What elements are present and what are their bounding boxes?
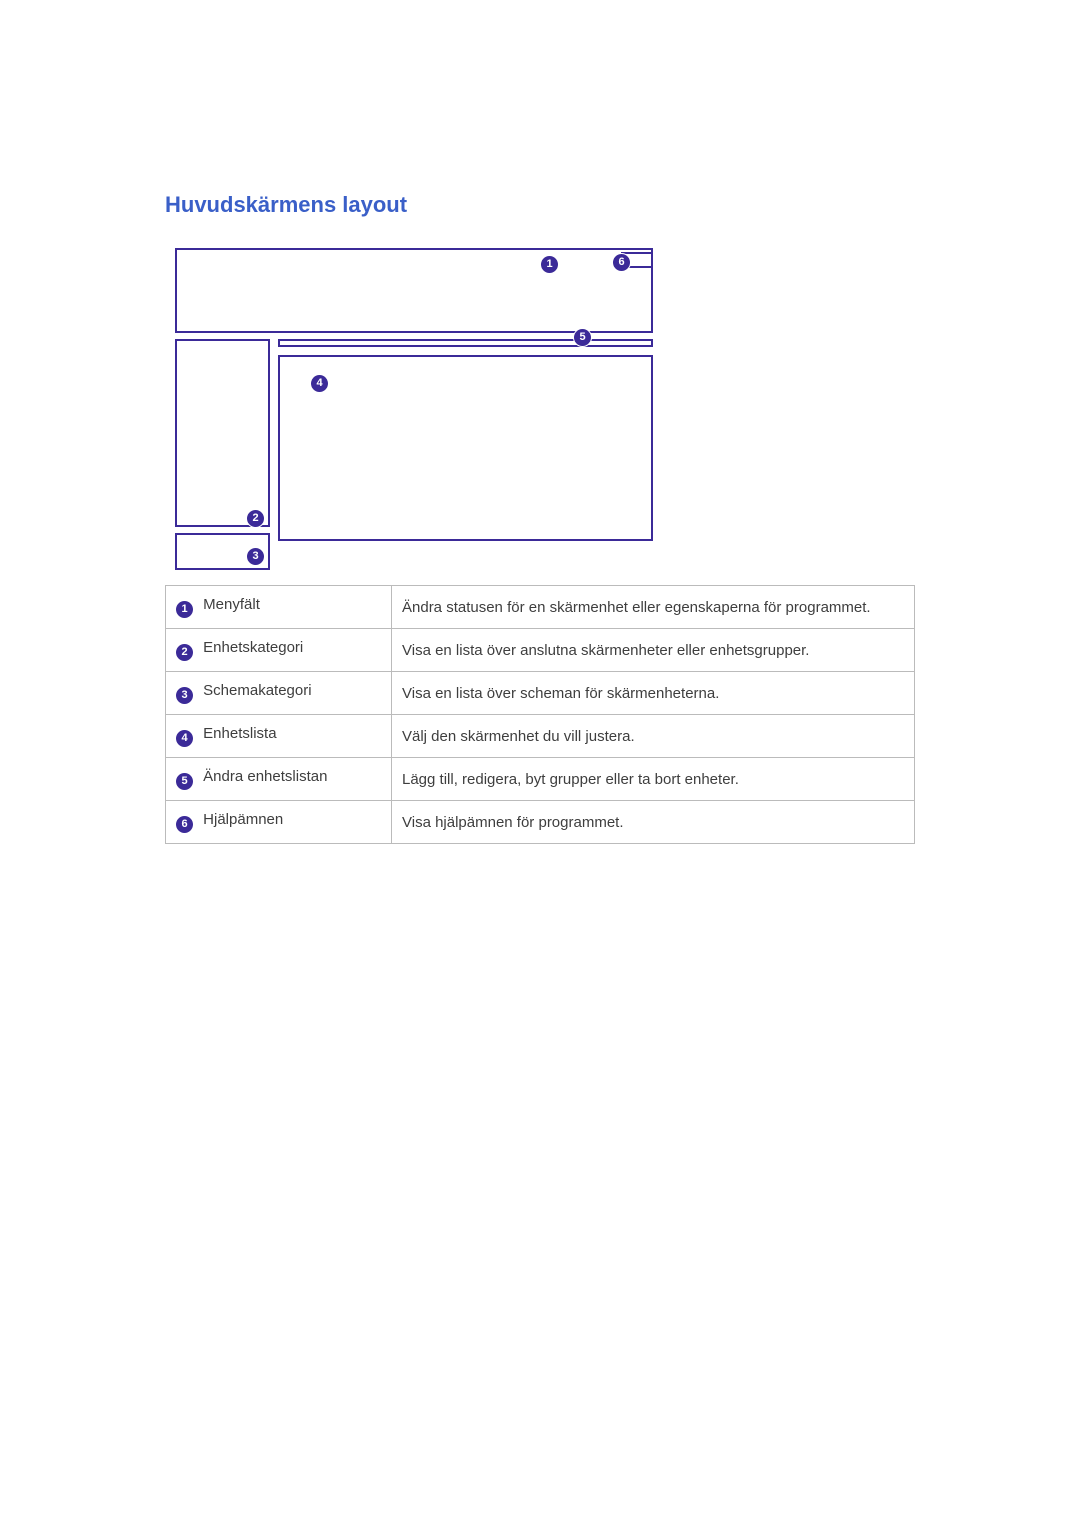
legend-name: Menyfält — [203, 596, 260, 613]
legend-row: 4 Enhetslista Välj den skärmenhet du vil… — [166, 715, 915, 758]
legend-desc: Lägg till, redigera, byt grupper eller t… — [392, 758, 915, 801]
legend-marker: 6 — [176, 816, 193, 833]
legend-row: 6 Hjälpämnen Visa hjälpämnen för program… — [166, 801, 915, 844]
legend-desc: Ändra statusen för en skärmenhet eller e… — [392, 586, 915, 629]
callout-2: 2 — [246, 509, 265, 528]
legend-table: 1 Menyfält Ändra statusen för en skärmen… — [165, 585, 915, 844]
legend-row: 2 Enhetskategori Visa en lista över ansl… — [166, 629, 915, 672]
legend-marker: 5 — [176, 773, 193, 790]
legend-marker: 2 — [176, 644, 193, 661]
legend-marker: 4 — [176, 730, 193, 747]
legend-name: Schemakategori — [203, 682, 311, 699]
legend-row: 1 Menyfält Ändra statusen för en skärmen… — [166, 586, 915, 629]
callout-1: 1 — [540, 255, 559, 274]
legend-desc: Visa en lista över anslutna skärmenheter… — [392, 629, 915, 672]
callout-4: 4 — [310, 374, 329, 393]
page: Huvudskärmens layout 1 2 3 4 5 6 1 Menyf… — [0, 0, 1080, 1527]
legend-desc: Visa hjälpämnen för programmet. — [392, 801, 915, 844]
legend-marker: 1 — [176, 601, 193, 618]
legend-row: 5 Ändra enhetslistan Lägg till, redigera… — [166, 758, 915, 801]
callout-5: 5 — [573, 328, 592, 347]
legend-desc: Visa en lista över scheman för skärmenhe… — [392, 672, 915, 715]
diagram-region-devcat — [175, 339, 270, 527]
legend-name: Hjälpämnen — [203, 811, 283, 828]
legend-row: 3 Schemakategori Visa en lista över sche… — [166, 672, 915, 715]
callout-3: 3 — [246, 547, 265, 566]
callout-6: 6 — [612, 253, 631, 272]
legend-marker: 3 — [176, 687, 193, 704]
legend-name: Ändra enhetslistan — [203, 768, 327, 785]
diagram-region-menu — [175, 248, 653, 333]
legend-desc: Välj den skärmenhet du vill justera. — [392, 715, 915, 758]
layout-diagram: 1 2 3 4 5 6 — [175, 248, 653, 570]
legend-name: Enhetslista — [203, 725, 276, 742]
section-title: Huvudskärmens layout — [165, 192, 407, 218]
diagram-region-toolbar — [278, 339, 653, 347]
legend-name: Enhetskategori — [203, 639, 303, 656]
diagram-region-devlist — [278, 355, 653, 541]
